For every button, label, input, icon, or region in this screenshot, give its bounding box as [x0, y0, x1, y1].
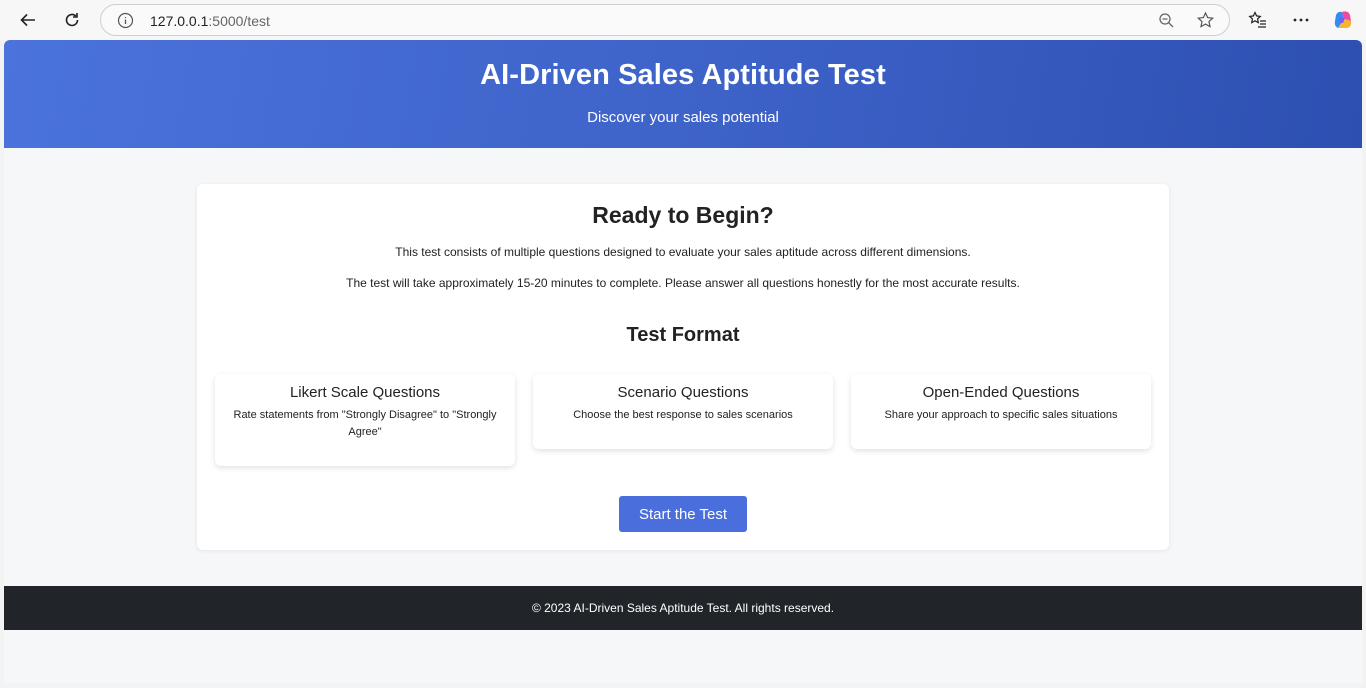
format-card-desc: Share your approach to specific sales si… [884, 409, 1118, 421]
format-card-desc: Rate statements from "Strongly Disagree"… [233, 409, 497, 438]
format-card-open-ended: Open-Ended Questions Share your approach… [851, 374, 1151, 449]
intro-card: Ready to Begin? This test consists of mu… [197, 184, 1169, 550]
more-menu-button[interactable] [1290, 9, 1312, 31]
zoom-icon[interactable] [1158, 12, 1175, 29]
format-card-desc: Choose the best response to sales scenar… [573, 409, 793, 421]
intro-paragraph-1: This test consists of multiple questions… [395, 245, 971, 259]
url-path: :5000/test [208, 13, 270, 29]
url-text[interactable]: 127.0.0.1:5000/test [150, 13, 270, 29]
reload-icon [65, 13, 79, 27]
back-button[interactable] [14, 6, 42, 34]
copilot-icon [1334, 11, 1352, 29]
favorites-list-icon [1248, 11, 1266, 28]
format-card-scenario: Scenario Questions Choose the best respo… [533, 374, 833, 449]
test-format-heading: Test Format [626, 324, 740, 346]
start-test-button[interactable]: Start the Test [619, 496, 747, 532]
favorite-star-icon[interactable] [1196, 11, 1215, 30]
info-icon[interactable] [117, 12, 134, 29]
url-host: 127.0.0.1 [150, 13, 209, 29]
page-header: AI-Driven Sales Aptitude Test Discover y… [4, 40, 1362, 148]
back-arrow-icon [20, 13, 35, 27]
ellipsis-icon [1293, 18, 1309, 22]
intro-paragraph-2: The test will take approximately 15-20 m… [346, 276, 1020, 290]
format-card-likert: Likert Scale Questions Rate statements f… [215, 374, 515, 466]
format-card-title: Open-Ended Questions [922, 384, 1080, 401]
page-footer: © 2023 AI-Driven Sales Aptitude Test. Al… [4, 586, 1362, 630]
format-card-title: Likert Scale Questions [289, 384, 441, 401]
format-card-title: Scenario Questions [617, 384, 749, 401]
page-title: AI-Driven Sales Aptitude Test [480, 59, 886, 91]
intro-heading: Ready to Begin? [592, 202, 774, 228]
copilot-button[interactable] [1332, 9, 1354, 31]
browser-toolbar: 127.0.0.1:5000/test [0, 0, 1366, 40]
page-subtitle: Discover your sales potential [587, 109, 779, 126]
address-bar[interactable]: 127.0.0.1:5000/test [100, 4, 1230, 36]
favorites-button[interactable] [1247, 9, 1269, 31]
page-viewport: AI-Driven Sales Aptitude Test Discover y… [4, 40, 1362, 683]
reload-button[interactable] [58, 6, 86, 34]
